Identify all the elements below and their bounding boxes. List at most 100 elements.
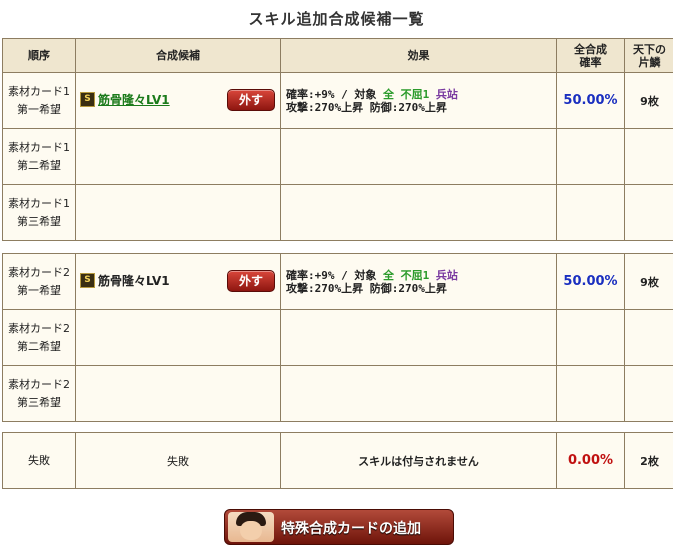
table-row: 素材カード2 第三希望 [2, 365, 673, 422]
order-material: 素材カード2 [8, 321, 70, 335]
header-rate-line2: 確率 [579, 55, 602, 69]
order-preference: 第三希望 [17, 395, 61, 409]
rank-s-icon: S [80, 92, 95, 107]
effect-rate: 確率:+9% [286, 87, 335, 101]
effect-target-kind1: 不屈1 [400, 87, 430, 101]
header-rate-line1: 全合成 [574, 42, 607, 56]
table-row: 素材カード2 第二希望 [2, 309, 673, 366]
remove-button[interactable]: 外す [227, 89, 275, 111]
page-title: スキル追加合成候補一覧 [248, 10, 425, 28]
fail-candidate-cell: 失敗 [75, 432, 281, 489]
fragment-count: 9枚 [640, 275, 659, 289]
effect-target-all: 全 [383, 87, 394, 101]
effect-target-all: 全 [383, 268, 394, 282]
effect-rate: 確率:+9% [286, 268, 335, 282]
rank-s-icon: S [80, 273, 95, 288]
effect-cell: 確率:+9% / 対象 全 不屈1 兵站 攻撃:270%上昇 防御:270%上昇 [280, 72, 557, 129]
candidate-cell-empty [75, 309, 281, 366]
header-count-line1: 天下の [633, 42, 666, 56]
fail-order: 失敗 [28, 453, 50, 467]
count-cell-empty [624, 128, 673, 185]
header-count-line2: 片鱗 [638, 55, 661, 69]
rate-cell-empty [556, 309, 625, 366]
order-material: 素材カード2 [8, 265, 70, 279]
rate-cell-empty [556, 184, 625, 241]
table-row: 失敗 失敗 スキルは付与されません 0.00% 2枚 [2, 432, 673, 489]
order-preference: 第三希望 [17, 214, 61, 228]
candidate-cell-empty [75, 184, 281, 241]
count-cell-empty [624, 365, 673, 422]
effect-stats: 攻撃:270%上昇 防御:270%上昇 [286, 281, 447, 295]
candidate-table-material-1: 順序 合成候補 効果 全合成 確率 天下の 片鱗 素材カード1 第一希望 S 筋骨隆々… [2, 38, 673, 241]
candidate-cell: S 筋骨隆々LV1 外す [75, 253, 281, 310]
count-cell: 9枚 [624, 253, 673, 310]
effect-cell-empty [280, 309, 557, 366]
candidate-cell-empty [75, 128, 281, 185]
count-cell: 9枚 [624, 72, 673, 129]
effect-separator: / [341, 87, 348, 101]
order-cell: 素材カード2 第二希望 [2, 309, 76, 366]
effect-target-kind2: 兵站 [435, 268, 458, 282]
header-count: 天下の 片鱗 [624, 38, 673, 73]
add-special-card-label: 特殊合成カードの追加 [281, 521, 421, 537]
order-cell: 素材カード1 第一希望 [2, 72, 76, 129]
fail-candidate: 失敗 [167, 454, 189, 468]
effect-cell-empty [280, 184, 557, 241]
fail-count-cell: 2枚 [624, 432, 673, 489]
candidate-cell-empty [75, 365, 281, 422]
effect-cell-empty [280, 128, 557, 185]
add-special-card-button[interactable]: 特殊合成カードの追加 [224, 509, 454, 545]
rate-cell-empty [556, 128, 625, 185]
effect-separator: / [341, 268, 348, 282]
order-preference: 第一希望 [17, 283, 61, 297]
table-row: 素材カード1 第二希望 [2, 128, 673, 185]
order-cell: 素材カード2 第三希望 [2, 365, 76, 422]
order-material: 素材カード1 [8, 196, 70, 210]
character-portrait-icon [228, 512, 274, 542]
table-row: 素材カード2 第一希望 S 筋骨隆々LV1 外す 確率:+9% / 対象 全 不屈… [2, 253, 673, 310]
effect-cell-empty [280, 365, 557, 422]
effect-stats: 攻撃:270%上昇 防御:270%上昇 [286, 100, 447, 114]
skill-link[interactable]: 筋骨隆々LV1 [98, 91, 170, 108]
order-cell: 素材カード1 第三希望 [2, 184, 76, 241]
fail-effect-cell: スキルは付与されません [280, 432, 557, 489]
fail-rate-cell: 0.00% [556, 432, 625, 489]
effect-target-label: 対象 [354, 87, 377, 101]
header-effect: 効果 [280, 38, 557, 73]
order-preference: 第一希望 [17, 102, 61, 116]
effect-target-kind1: 不屈1 [400, 268, 430, 282]
candidate-cell: S 筋骨隆々LV1 外す [75, 72, 281, 129]
fragment-count: 9枚 [640, 94, 659, 108]
order-preference: 第二希望 [17, 158, 61, 172]
remove-button[interactable]: 外す [227, 270, 275, 292]
rate-cell: 50.00% [556, 253, 625, 310]
effect-cell: 確率:+9% / 対象 全 不屈1 兵站 攻撃:270%上昇 防御:270%上昇 [280, 253, 557, 310]
count-cell-empty [624, 309, 673, 366]
order-material: 素材カード1 [8, 84, 70, 98]
order-material: 素材カード1 [8, 140, 70, 154]
fail-count: 2枚 [640, 454, 659, 468]
effect-target-kind2: 兵站 [435, 87, 458, 101]
header-rate: 全合成 確率 [556, 38, 625, 73]
fail-rate: 0.00% [567, 453, 614, 468]
header-order: 順序 [2, 38, 76, 73]
order-preference: 第二希望 [17, 339, 61, 353]
table-header-row: 順序 合成候補 効果 全合成 確率 天下の 片鱗 [2, 38, 673, 73]
order-material: 素材カード2 [8, 377, 70, 391]
effect-target-label: 対象 [354, 268, 377, 282]
success-rate: 50.00% [563, 93, 618, 108]
rate-cell-empty [556, 365, 625, 422]
fail-order-cell: 失敗 [2, 432, 76, 489]
header-candidate: 合成候補 [75, 38, 281, 73]
table-row: 素材カード1 第一希望 S 筋骨隆々LV1 外す 確率:+9% / 対象 全 不屈… [2, 72, 673, 129]
fail-effect: スキルは付与されません [358, 454, 479, 468]
success-rate: 50.00% [563, 274, 618, 289]
count-cell-empty [624, 184, 673, 241]
candidate-table-material-2: 素材カード2 第一希望 S 筋骨隆々LV1 外す 確率:+9% / 対象 全 不屈… [2, 253, 673, 422]
portrait-face [240, 521, 262, 540]
rate-cell: 50.00% [556, 72, 625, 129]
order-cell: 素材カード1 第二希望 [2, 128, 76, 185]
order-cell: 素材カード2 第一希望 [2, 253, 76, 310]
skill-name: 筋骨隆々LV1 [98, 274, 170, 288]
failure-table: 失敗 失敗 スキルは付与されません 0.00% 2枚 [2, 432, 673, 489]
